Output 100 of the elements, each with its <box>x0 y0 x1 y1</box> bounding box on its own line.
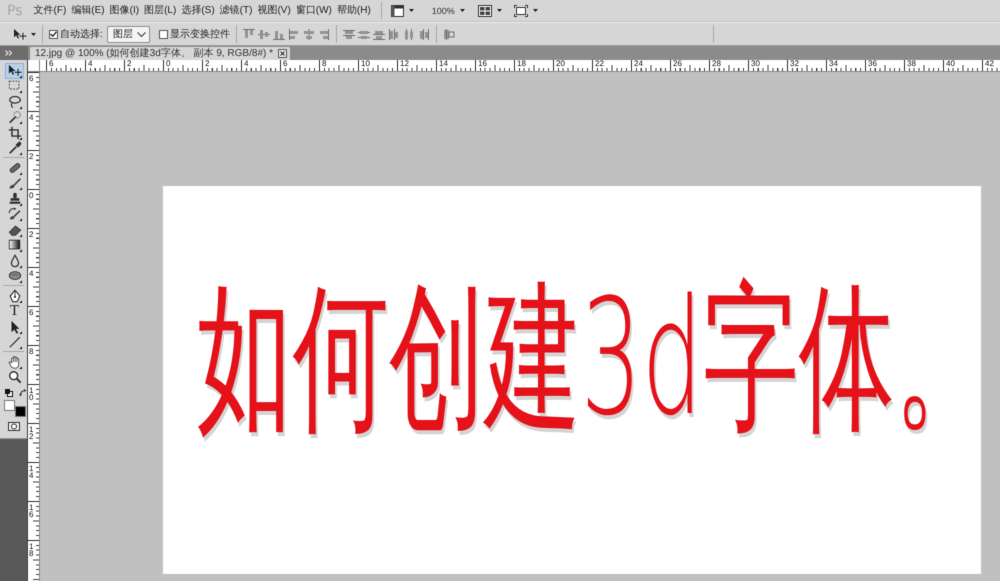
ruler-label: 2 <box>205 60 210 68</box>
caret-icon <box>31 32 36 36</box>
magic-wand-icon <box>8 110 22 124</box>
caret-icon <box>460 9 465 12</box>
menu-item[interactable]: 图像(I) <box>108 4 142 18</box>
frame-icon <box>514 4 528 16</box>
crop-icon <box>8 126 22 140</box>
document-tab[interactable]: 12.jpg @ 100% (如何创建3d字体。 副本 9, RGB/8#) * <box>30 47 290 60</box>
auto-select-dropdown[interactable]: 图层 <box>106 26 150 42</box>
menu-item[interactable]: 视图(V) <box>255 4 293 18</box>
screen-mode-button[interactable] <box>390 2 414 18</box>
eraser-icon <box>8 222 22 237</box>
ruler-label: 32 <box>790 60 799 68</box>
ruler-label: 20 <box>556 60 565 68</box>
menu-item[interactable]: 选择(S) <box>179 4 217 18</box>
foreground-swatch-icon[interactable] <box>4 400 15 411</box>
align-middle-icon[interactable] <box>258 28 270 40</box>
ruler-label: 38 <box>907 60 916 68</box>
bandage-icon <box>8 160 22 175</box>
grid-layout-icon <box>478 4 492 16</box>
caret-icon <box>408 9 414 12</box>
screen-frame-button[interactable] <box>514 2 538 18</box>
brush-icon <box>8 176 22 190</box>
window-layout-icon <box>390 4 404 16</box>
menu-item[interactable]: 文件(F) <box>32 4 68 18</box>
close-icon[interactable] <box>278 49 288 58</box>
ruler-label: 8 <box>322 60 326 68</box>
ruler-label: 22 <box>595 60 604 68</box>
move-icon <box>13 28 27 40</box>
quick-mask-icon[interactable] <box>8 422 20 431</box>
checkmark-icon <box>50 31 57 37</box>
ruler-label: 12 <box>29 426 34 440</box>
ruler-label: 42 <box>985 60 994 68</box>
move-icon <box>8 64 22 78</box>
ruler-label: 10 <box>361 60 370 68</box>
ruler-label: 14 <box>29 465 34 479</box>
distribute-top-icon[interactable] <box>342 28 355 40</box>
arrange-documents-button[interactable] <box>478 2 502 18</box>
ruler-label: 4 <box>88 60 92 68</box>
distribute-left-icon[interactable] <box>388 28 400 40</box>
ruler-label: 6 <box>283 60 288 68</box>
hand-icon <box>8 354 22 369</box>
ruler-label: 36 <box>868 60 877 68</box>
history-brush-icon <box>8 207 22 222</box>
distribute-right-icon[interactable] <box>418 28 430 40</box>
checkbox[interactable] <box>158 30 168 38</box>
ruler-label: 26 <box>673 60 682 68</box>
ruler-label: 4 <box>29 270 34 277</box>
ruler-label: 10 <box>29 387 34 401</box>
ruler-label: 2 <box>29 231 34 238</box>
pen-nib-icon <box>8 288 22 303</box>
distribute-middle-icon[interactable] <box>358 28 370 40</box>
distribute-bottom-icon[interactable] <box>372 28 385 40</box>
canvas-text: 如何创建3d字体。 <box>197 278 981 438</box>
menu-item[interactable]: 编辑(E) <box>69 4 107 18</box>
ruler-label: 18 <box>517 60 526 68</box>
ruler-label: 2 <box>29 153 34 160</box>
ruler-label: 34 <box>829 60 838 68</box>
menu-item[interactable]: 图层(L) <box>142 4 178 18</box>
ruler-label: 2 <box>127 60 132 68</box>
eyedropper-icon <box>8 141 22 156</box>
ruler-label: 30 <box>751 60 760 68</box>
move-tool-button[interactable] <box>5 63 24 78</box>
caret-icon <box>532 9 538 12</box>
ruler-label: 16 <box>478 60 487 68</box>
align-bottom-icon[interactable] <box>272 28 285 40</box>
align-top-icon[interactable] <box>242 28 255 40</box>
checkbox-label: 显示变换控件 <box>170 28 230 40</box>
menu-item[interactable]: 窗口(W) <box>294 4 334 18</box>
ruler-label: 40 <box>946 60 955 68</box>
chevron-icon <box>136 32 146 36</box>
ruler-label: 6 <box>29 309 34 316</box>
ruler-label: 24 <box>634 60 643 68</box>
type-tool-button[interactable]: T <box>5 304 24 319</box>
ruler-label: 8 <box>29 348 34 355</box>
sponge-icon <box>8 269 22 284</box>
swap-colors-icon[interactable] <box>19 389 27 397</box>
magnifier-icon <box>8 370 22 384</box>
align-left-icon[interactable] <box>288 28 300 40</box>
align-right-icon[interactable] <box>318 28 330 40</box>
lasso-icon <box>8 94 22 109</box>
ruler-label: 0 <box>29 192 34 199</box>
distribute-center-icon[interactable] <box>402 28 415 40</box>
ruler-label: 28 <box>712 60 721 68</box>
dashed-rectangle-icon <box>8 79 22 94</box>
ruler-label: 12 <box>400 60 409 68</box>
checkbox[interactable] <box>49 30 58 38</box>
default-colors-icon[interactable] <box>5 389 13 397</box>
zoom-level-button[interactable]: 100% <box>432 2 465 18</box>
double-chevron-icon[interactable] <box>5 50 12 56</box>
menu-item[interactable]: 滤镜(T) <box>218 4 254 18</box>
ruler-label: 16 <box>29 504 34 518</box>
background-swatch-icon[interactable] <box>15 406 26 417</box>
align-center-icon[interactable] <box>302 28 315 40</box>
menu-item[interactable]: 帮助(H) <box>334 4 373 18</box>
line-icon <box>8 335 22 350</box>
auto-align-icon[interactable] <box>442 28 455 40</box>
stamp-icon <box>8 192 22 206</box>
ruler-label: 4 <box>244 60 248 68</box>
ruler-label: 6 <box>29 75 34 82</box>
